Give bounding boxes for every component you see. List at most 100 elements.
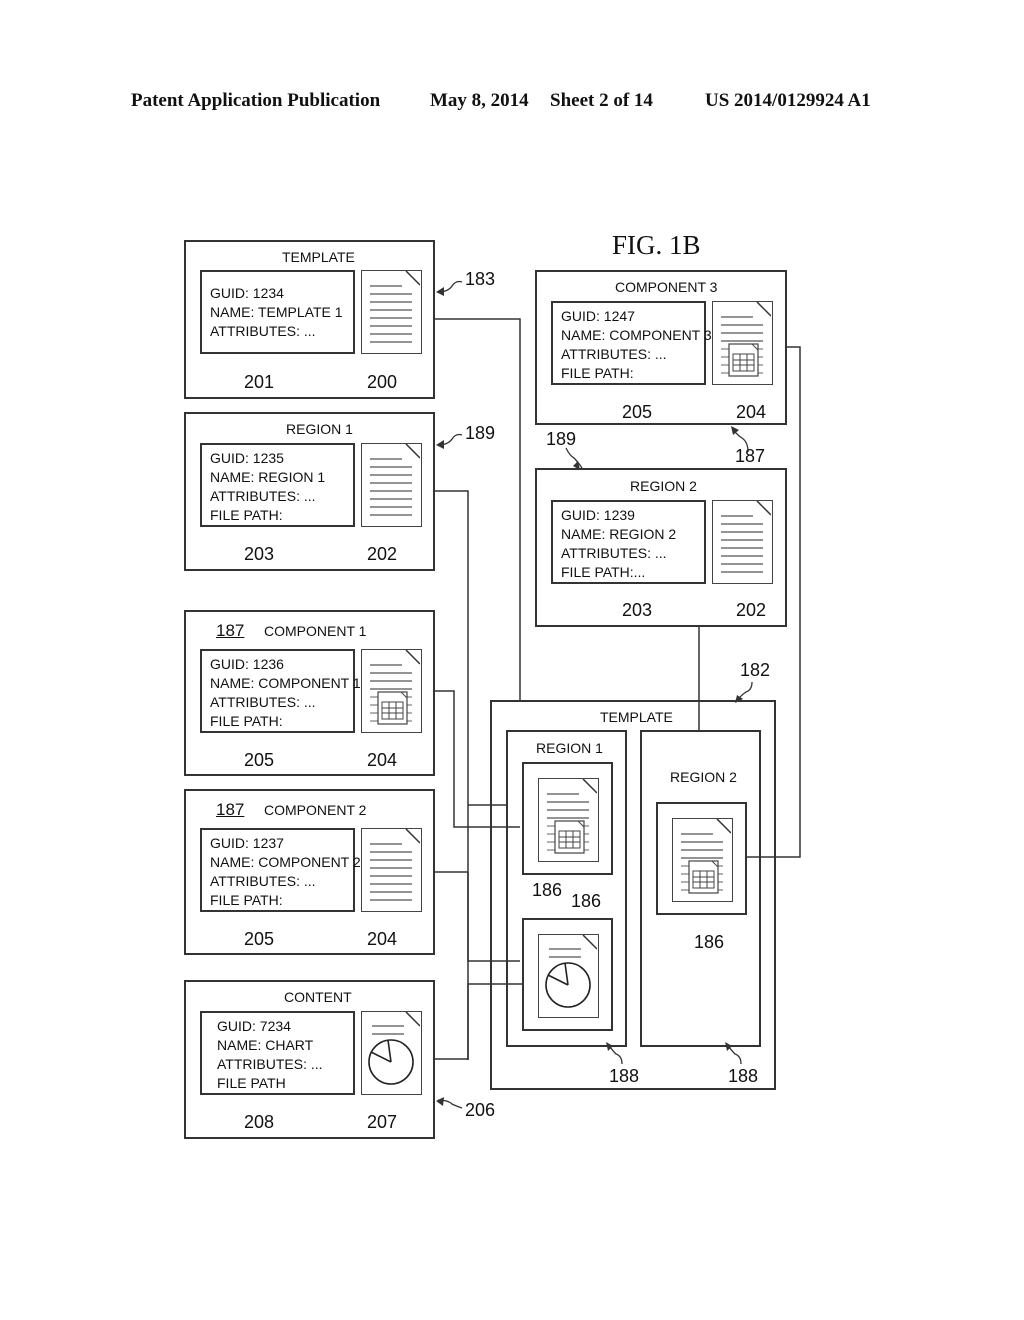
ref-183: 183 <box>465 269 496 289</box>
name-line: NAME: TEMPLATE 1 <box>210 304 343 320</box>
ref-204: 204 <box>367 929 398 949</box>
card-title: TEMPLATE <box>282 249 355 265</box>
name-line: NAME: COMPONENT 2 <box>210 854 361 870</box>
info-panel: GUID: 1236 NAME: COMPONENT 1 ATTRIBUTES:… <box>200 649 361 733</box>
filepath-line: FILE PATH:... <box>561 564 646 580</box>
ref-203: 203 <box>622 600 653 620</box>
card-title: COMPONENT 3 <box>615 279 718 295</box>
ref-204: 204 <box>367 750 398 770</box>
card-title: CONTENT <box>284 989 352 1005</box>
attributes-line: ATTRIBUTES: ... <box>217 1056 323 1072</box>
ref-206: 206 <box>465 1100 496 1120</box>
guid-line: GUID: 1235 <box>210 450 284 466</box>
document-icon <box>361 270 422 354</box>
wire-region1 <box>434 490 469 1060</box>
region2-title: REGION 2 <box>670 769 737 785</box>
name-line: NAME: CHART <box>217 1037 314 1053</box>
ref-189: 189 <box>546 429 577 449</box>
attributes-line: ATTRIBUTES: ... <box>561 545 667 561</box>
ref-202: 202 <box>367 544 398 564</box>
info-panel: GUID: 7234 NAME: CHART ATTRIBUTES: ... F… <box>200 1011 355 1095</box>
info-panel: GUID: 1247 NAME: COMPONENT 3 ATTRIBUTES:… <box>551 301 712 385</box>
ref-187: 187 <box>216 621 245 640</box>
document-table-icon-glyph <box>681 819 731 894</box>
guid-line: GUID: 1247 <box>561 308 635 324</box>
name-line: NAME: REGION 2 <box>561 526 677 542</box>
filepath-line: FILE PATH: <box>210 892 283 908</box>
ref-205: 205 <box>244 929 275 949</box>
template-card: TEMPLATE GUID: 1234 NAME: TEMPLATE 1 ATT… <box>184 240 435 399</box>
filepath-line: FILE PATH <box>217 1075 286 1091</box>
document-chart-icon-glyph <box>545 935 597 1008</box>
name-line: NAME: REGION 1 <box>210 469 326 485</box>
ref-207: 207 <box>367 1112 398 1132</box>
connector-lines <box>434 280 801 1109</box>
ref-203: 203 <box>244 544 275 564</box>
document-table-icon <box>712 301 773 385</box>
ref-200: 200 <box>367 372 398 392</box>
attributes-line: ATTRIBUTES: ... <box>210 323 316 339</box>
component3-card: COMPONENT 3 GUID: 1247 NAME: COMPONENT 3… <box>535 270 787 425</box>
composite-region1: REGION 1 <box>506 730 627 1047</box>
document-icon-glyph <box>721 501 771 573</box>
info-panel: GUID: 1239 NAME: REGION 2 ATTRIBUTES: ..… <box>551 500 706 584</box>
ref-188: 188 <box>728 1066 759 1086</box>
document-chart-icon <box>361 1011 422 1095</box>
region1-title: REGION 1 <box>536 740 603 756</box>
document-icon <box>361 443 422 527</box>
document-table-icon <box>361 649 422 733</box>
ref-186: 186 <box>571 891 602 911</box>
filepath-line: FILE PATH: <box>210 713 283 729</box>
filepath-line: FILE PATH: <box>210 507 283 523</box>
info-panel: GUID: 1237 NAME: COMPONENT 2 ATTRIBUTES:… <box>200 828 361 912</box>
ref-204: 204 <box>736 402 767 422</box>
card-title: REGION 1 <box>286 421 353 437</box>
ref-186: 186 <box>694 932 725 952</box>
region2-slot-component <box>656 802 747 915</box>
guid-line: GUID: 1239 <box>561 507 635 523</box>
region1-card: REGION 1 GUID: 1235 NAME: REGION 1 ATTRI… <box>184 412 435 571</box>
ref-182: 182 <box>740 660 771 680</box>
document-table-icon-glyph <box>721 302 771 377</box>
ref-188: 188 <box>609 1066 640 1086</box>
guid-line: GUID: 7234 <box>217 1018 291 1034</box>
info-panel: GUID: 1234 NAME: TEMPLATE 1 ATTRIBUTES: … <box>200 270 355 354</box>
document-table-icon-glyph <box>547 779 597 854</box>
ref-186: 186 <box>532 880 563 900</box>
component2-card: 187 COMPONENT 2 GUID: 1237 NAME: COMPONE… <box>184 789 435 955</box>
card-title: REGION 2 <box>630 478 697 494</box>
ref-201: 201 <box>244 372 275 392</box>
composite-title: TEMPLATE <box>600 709 673 725</box>
info-panel: GUID: 1235 NAME: REGION 1 ATTRIBUTES: ..… <box>200 443 355 527</box>
document-icon <box>712 500 773 584</box>
attributes-line: ATTRIBUTES: ... <box>210 488 316 504</box>
component1-card: 187 COMPONENT 1 GUID: 1236 NAME: COMPONE… <box>184 610 435 776</box>
document-table-icon-glyph <box>370 650 420 725</box>
document-icon-glyph <box>370 829 420 901</box>
guid-line: GUID: 1237 <box>210 835 284 851</box>
document-table-icon <box>538 778 599 862</box>
document-icon-glyph <box>370 271 420 343</box>
composite-region2: REGION 2 <box>640 730 761 1047</box>
wire-template <box>434 318 521 701</box>
attributes-line: ATTRIBUTES: ... <box>210 694 316 710</box>
document-icon <box>361 828 422 912</box>
card-title: COMPONENT 2 <box>264 802 367 818</box>
region1-slot-content <box>522 918 613 1031</box>
guid-line: GUID: 1236 <box>210 656 284 672</box>
card-title: COMPONENT 1 <box>264 623 367 639</box>
document-chart-icon <box>538 934 599 1018</box>
document-icon-glyph <box>370 444 420 516</box>
attributes-line: ATTRIBUTES: ... <box>210 873 316 889</box>
ref-205: 205 <box>622 402 653 422</box>
ref-202: 202 <box>736 600 767 620</box>
ref-187: 187 <box>216 800 245 819</box>
region1-slot-component <box>522 762 613 875</box>
content-card: CONTENT GUID: 7234 NAME: CHART ATTRIBUTE… <box>184 980 435 1139</box>
document-chart-icon-glyph <box>368 1012 420 1085</box>
ref-208: 208 <box>244 1112 275 1132</box>
ref-187: 187 <box>735 446 766 466</box>
region2-card: REGION 2 GUID: 1239 NAME: REGION 2 ATTRI… <box>535 468 787 627</box>
guid-line: GUID: 1234 <box>210 285 284 301</box>
document-table-icon <box>672 818 733 902</box>
